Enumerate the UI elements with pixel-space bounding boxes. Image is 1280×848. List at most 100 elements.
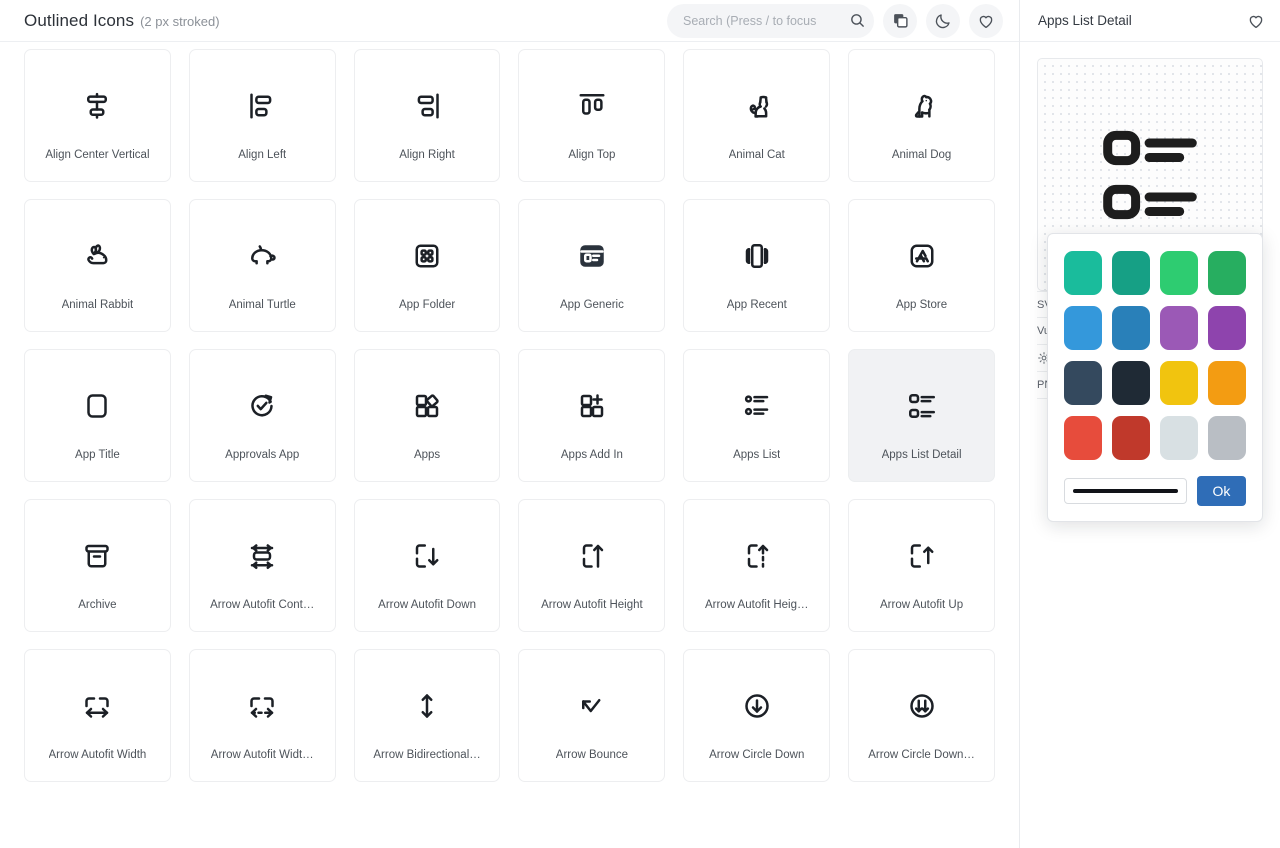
icon-cell[interactable]: App Title (24, 349, 171, 482)
icon-cell[interactable]: Arrow Bounce (518, 649, 666, 782)
search-input[interactable] (683, 13, 844, 28)
icon-cell[interactable]: Arrow Autofit Height (518, 499, 666, 632)
color-swatch[interactable] (1160, 306, 1198, 350)
color-swatch[interactable] (1064, 361, 1102, 405)
icon-cell[interactable]: Apps List (683, 349, 831, 482)
icon-cell[interactable]: App Folder (353, 199, 501, 332)
top-bar: Outlined Icons (2 px stroked) (0, 0, 1019, 42)
icon-cell[interactable]: Align Center Vertical (24, 49, 171, 182)
icon-cell[interactable]: Archive (24, 499, 171, 632)
icon-cell-label: Arrow Autofit Widt… (210, 748, 314, 761)
color-slider[interactable] (1064, 478, 1187, 504)
icon-cell-glyph (247, 677, 277, 735)
archive-icon (85, 544, 110, 567)
icon-cell-glyph (82, 227, 112, 285)
icon-cell-label: Arrow Autofit Width (48, 748, 147, 761)
animal-dog-icon (914, 94, 932, 118)
icon-cell-label: Arrow Bounce (555, 748, 629, 761)
icon-cell[interactable]: Apps (353, 349, 501, 482)
arrow-circle-down-double-icon (909, 693, 934, 718)
align-right-icon (417, 93, 439, 118)
color-swatch[interactable] (1064, 416, 1102, 460)
search-box[interactable] (667, 3, 874, 38)
arrow-circle-down-icon (744, 693, 769, 718)
detail-favorite-button[interactable] (1247, 12, 1265, 30)
search-submit-button[interactable] (844, 6, 870, 36)
color-swatch[interactable] (1112, 416, 1150, 460)
icon-cell[interactable]: Arrow Autofit Cont… (188, 499, 336, 632)
apps-list-icon (744, 394, 768, 415)
color-picker-popup: Ok (1047, 233, 1263, 522)
icon-cell-glyph (907, 527, 937, 585)
icon-cell[interactable]: Align Left (188, 49, 336, 182)
color-swatch[interactable] (1160, 361, 1198, 405)
icon-cell[interactable]: Arrow Circle Down… (848, 649, 995, 782)
icon-cell[interactable]: App Store (848, 199, 995, 332)
color-slider-bar (1073, 489, 1178, 493)
icon-cell[interactable]: Apps List Detail (848, 349, 995, 482)
icon-cell[interactable]: App Recent (683, 199, 831, 332)
icon-cell[interactable]: Arrow Circle Down (683, 649, 831, 782)
copy-button[interactable] (883, 3, 917, 38)
icon-cell[interactable]: App Generic (518, 199, 666, 332)
color-swatch[interactable] (1112, 361, 1150, 405)
dark-mode-button[interactable] (926, 3, 960, 38)
icon-cell[interactable]: Align Top (518, 49, 666, 182)
icon-cell-label: Apps List (733, 448, 781, 461)
icon-cell[interactable]: Arrow Autofit Down (353, 499, 501, 632)
ok-button[interactable]: Ok (1197, 476, 1246, 506)
icon-cell[interactable]: Arrow Bidirectional… (353, 649, 501, 782)
icon-cell-glyph (412, 77, 442, 135)
icon-cell[interactable]: Arrow Autofit Heig… (683, 499, 831, 632)
app-title-icon (87, 393, 108, 418)
icon-cell[interactable]: Arrow Autofit Up (848, 499, 995, 632)
apps-list-detail-icon (1103, 130, 1197, 219)
app-store-icon (910, 243, 934, 267)
icon-cell-label: Animal Cat (728, 148, 785, 161)
color-swatch[interactable] (1064, 251, 1102, 295)
color-swatch[interactable] (1160, 251, 1198, 295)
icon-cell[interactable]: Animal Rabbit (24, 199, 171, 332)
icon-cell-glyph (577, 77, 607, 135)
color-swatch[interactable] (1112, 251, 1150, 295)
color-swatch[interactable] (1208, 361, 1246, 405)
color-swatch[interactable] (1208, 251, 1246, 295)
icon-cell-label: App Generic (559, 298, 624, 311)
icon-cell-label: Arrow Autofit Down (378, 598, 476, 611)
icon-cell[interactable]: Align Right (353, 49, 501, 182)
detail-header: Apps List Detail (1020, 0, 1280, 42)
animal-rabbit-icon (87, 243, 108, 264)
icon-cell-label: App Title (75, 448, 120, 461)
page-title-sub: (2 px stroked) (140, 13, 220, 29)
icon-cell[interactable]: Approvals App (188, 349, 336, 482)
app-generic-icon (580, 244, 604, 267)
color-swatch[interactable] (1064, 306, 1102, 350)
icon-cell-glyph (577, 377, 607, 435)
color-swatch[interactable] (1208, 416, 1246, 460)
copy-icon (893, 14, 908, 28)
icon-cell-label: App Folder (398, 298, 456, 311)
favorites-button[interactable] (969, 3, 1003, 38)
icon-cell[interactable]: Arrow Autofit Widt… (188, 649, 336, 782)
icon-grid-scroll[interactable]: Align Center Vertical Align Left Align Rig… (0, 42, 1019, 848)
icon-cell-glyph (577, 227, 607, 285)
color-swatch[interactable] (1112, 306, 1150, 350)
arrow-autofit-width-dotted-icon (250, 696, 274, 718)
icon-cell-glyph (742, 677, 772, 735)
icon-cell[interactable]: Apps Add In (518, 349, 666, 482)
icon-cell-glyph (742, 527, 772, 585)
color-swatch[interactable] (1208, 306, 1246, 350)
icon-cell[interactable]: Animal Turtle (188, 199, 336, 332)
icon-cell-glyph (82, 527, 112, 585)
color-swatch[interactable] (1160, 416, 1198, 460)
icon-cell-label: App Store (895, 298, 948, 311)
icon-cell[interactable]: Arrow Autofit Width (24, 649, 171, 782)
page-title-main: Outlined Icons (24, 10, 135, 30)
color-picker-footer: Ok (1064, 476, 1246, 506)
page-title: Outlined Icons (2 px stroked) (24, 11, 220, 31)
icon-cell[interactable]: Animal Cat (683, 49, 831, 182)
icon-cell-label: Arrow Bidirectional… (373, 748, 481, 761)
icon-cell-glyph (412, 677, 442, 735)
moon-icon (935, 13, 950, 28)
icon-cell[interactable]: Animal Dog (848, 49, 995, 182)
